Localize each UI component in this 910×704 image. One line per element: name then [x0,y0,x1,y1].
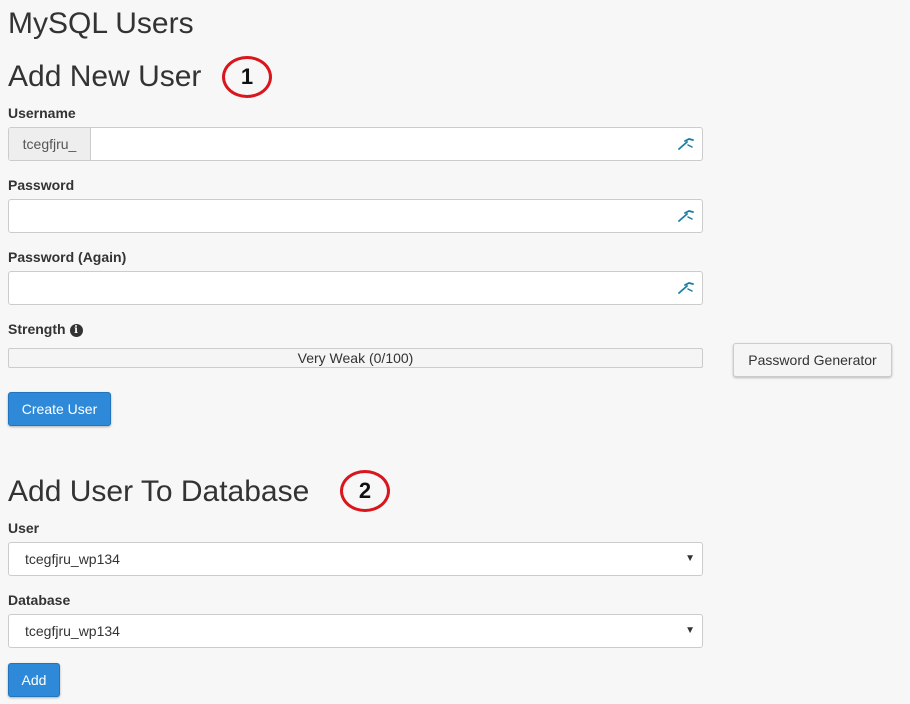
add-user-heading: Add New User [8,60,202,93]
database-select-label: Database [8,592,71,608]
user-select[interactable]: tcegfjru_wp134 ▼ [8,542,703,576]
password-generator-button[interactable]: Password Generator [733,343,892,377]
password-again-field-wrap [8,271,703,305]
username-input-group: tcegfjru_ [8,127,703,161]
password-input[interactable] [9,200,669,232]
step-badge-2: 2 [340,470,390,512]
database-select[interactable]: tcegfjru_wp134 ▼ [8,614,703,648]
strength-label: Strength [8,321,66,337]
step-badge-1: 1 [222,56,272,98]
password-label: Password [8,177,75,193]
caret-down-icon: ▼ [685,625,695,636]
database-select-value: tcegfjru_wp134 [25,623,120,639]
key-icon[interactable] [678,209,694,223]
password-field-wrap [8,199,703,233]
page-title: MySQL Users [8,7,194,40]
password-again-label: Password (Again) [8,249,127,265]
user-select-value: tcegfjru_wp134 [25,551,120,567]
add-button[interactable]: Add [8,663,60,697]
strength-meter: Very Weak (0/100) [8,348,703,368]
password-again-input[interactable] [9,272,669,304]
user-select-label: User [8,520,40,536]
username-label: Username [8,105,76,121]
key-icon[interactable] [678,281,694,295]
username-prefix: tcegfjru_ [9,128,91,160]
add-to-db-heading: Add User To Database [8,475,310,508]
caret-down-icon: ▼ [685,553,695,564]
create-user-button[interactable]: Create User [8,392,111,426]
strength-label-row: Strength i [8,321,83,337]
username-input[interactable] [91,128,671,160]
strength-text: Very Weak (0/100) [297,350,414,366]
info-icon[interactable]: i [69,324,83,337]
key-icon[interactable] [678,137,694,151]
